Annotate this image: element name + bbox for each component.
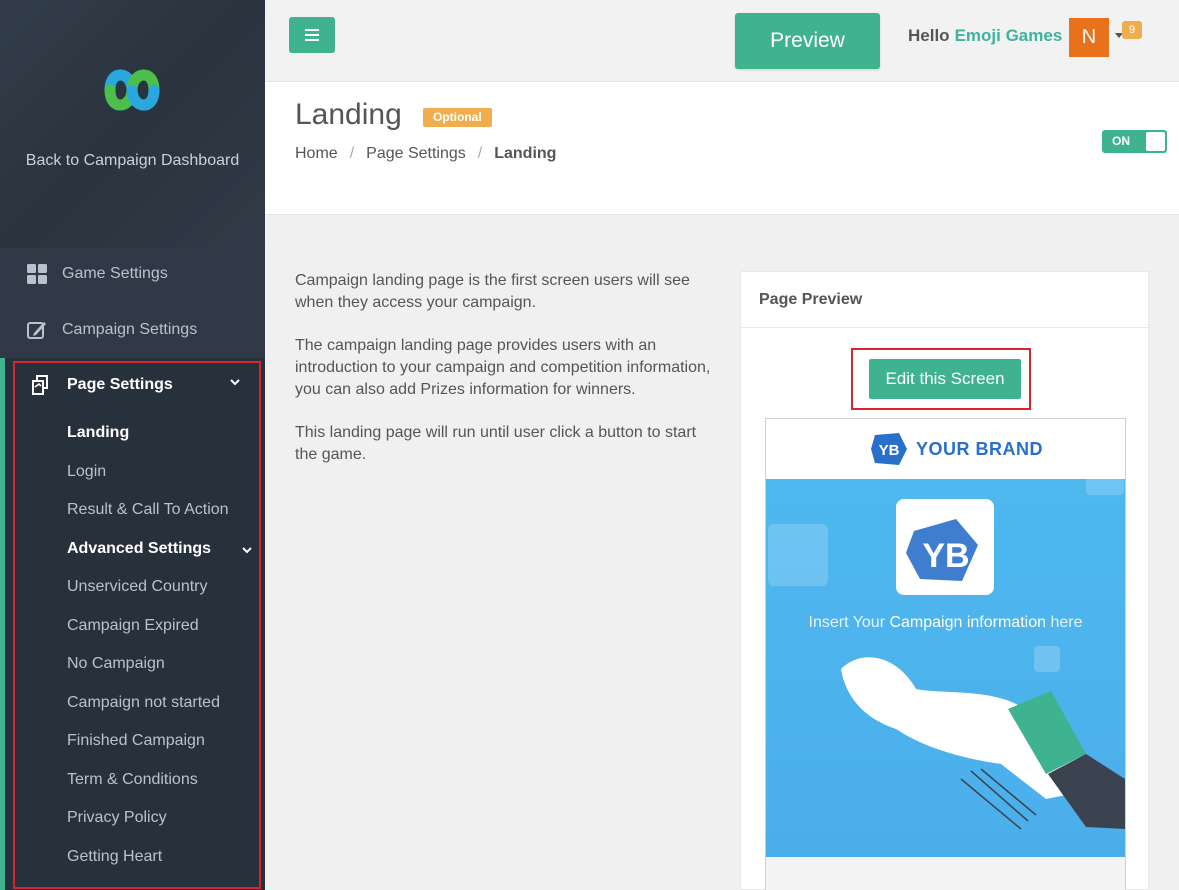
- sidebar-subitem-campaign-not-started[interactable]: Campaign not started: [67, 694, 220, 712]
- sidebar-subitem-result[interactable]: Result & Call To Action: [67, 501, 229, 519]
- greeting-text: Hello: [908, 26, 950, 45]
- breadcrumb-separator: /: [477, 145, 483, 162]
- brand-header: YB YOUR BRAND: [766, 419, 1125, 479]
- sidebar-subitem-getting-heart[interactable]: Getting Heart: [67, 848, 162, 866]
- avatar[interactable]: N: [1069, 18, 1109, 57]
- sidebar-subitem-privacy-policy[interactable]: Privacy Policy: [67, 809, 167, 827]
- sidebar-item-campaign-settings[interactable]: Campaign Settings: [0, 304, 265, 356]
- sidebar-subitem-advanced-settings[interactable]: Advanced Settings: [67, 540, 211, 558]
- breadcrumb-separator: /: [349, 145, 355, 162]
- breadcrumb-home[interactable]: Home: [295, 145, 338, 162]
- toggle-knob: [1146, 132, 1165, 151]
- sidebar-subitem-login[interactable]: Login: [67, 463, 106, 481]
- hero-text: Insert Your Campaign information here: [766, 614, 1125, 632]
- description-paragraph: This landing page will run until user cl…: [295, 424, 697, 463]
- page-preview-panel: Page Preview Edit this Screen YB YOUR BR…: [740, 271, 1150, 890]
- hero-logo-text: YB: [922, 537, 969, 575]
- hero-text-pre: Insert Your: [808, 614, 886, 631]
- optional-badge: Optional: [423, 108, 492, 127]
- chevron-down-icon: [230, 379, 240, 386]
- breadcrumb: Home / Page Settings / Landing: [295, 145, 556, 163]
- brand-name: YOUR BRAND: [916, 439, 1044, 459]
- page-title: Landing: [295, 98, 402, 131]
- sidebar-item-label: Game Settings: [62, 265, 168, 282]
- sidebar-header: Back to Campaign Dashboard: [0, 0, 265, 248]
- back-to-dashboard-link[interactable]: Back to Campaign Dashboard: [0, 150, 265, 171]
- panel-title: Page Preview: [759, 291, 863, 308]
- sidebar-item-label: Campaign Settings: [62, 321, 198, 338]
- sidebar-subitem-campaign-expired[interactable]: Campaign Expired: [67, 617, 199, 635]
- greeting: Hello Emoji Games: [908, 26, 1062, 46]
- breadcrumb-current: Landing: [494, 145, 557, 162]
- page-settings-label: Page Settings: [67, 376, 173, 393]
- hero-text-post: here: [1050, 614, 1083, 631]
- sidebar-subitem-finished-campaign[interactable]: Finished Campaign: [67, 732, 205, 750]
- hero-image: YB Insert Your Campaign information here: [766, 479, 1125, 857]
- description-paragraph: The campaign landing page provides users…: [295, 337, 711, 398]
- sidebar: Back to Campaign Dashboard Game Settings…: [0, 0, 265, 890]
- hamburger-menu-button[interactable]: [289, 17, 335, 53]
- grid-icon: [27, 264, 47, 284]
- sidebar-item-page-settings[interactable]: Page Settings: [0, 366, 265, 406]
- topbar: Preview Hello Emoji Games N 9: [265, 0, 1179, 82]
- chevron-down-icon: [242, 547, 252, 554]
- pages-icon: [32, 375, 48, 395]
- screen-preview: YB YOUR BRAND YB Insert Your Campaign in…: [765, 418, 1126, 890]
- notification-badge: 9: [1122, 21, 1142, 39]
- sidebar-subitem-landing[interactable]: Landing: [67, 424, 129, 442]
- page-header: Landing Optional Home / Page Settings / Land…: [265, 82, 1179, 215]
- preview-footer: [766, 857, 1125, 890]
- user-name-link[interactable]: Emoji Games: [955, 26, 1063, 45]
- infinity-logo: [104, 69, 160, 111]
- hero-text-bold: Campaign information: [889, 614, 1046, 631]
- sidebar-subitem-no-campaign[interactable]: No Campaign: [67, 655, 165, 673]
- sidebar-item-game-settings[interactable]: Game Settings: [0, 248, 265, 300]
- brand-logo-icon: YB: [871, 433, 907, 465]
- sidebar-subitem-terms[interactable]: Term & Conditions: [67, 771, 198, 789]
- edit-screen-button[interactable]: Edit this Screen: [869, 359, 1021, 399]
- description-paragraph: Campaign landing page is the first scree…: [295, 272, 690, 311]
- panel-header: Page Preview: [741, 272, 1150, 328]
- active-indicator: [0, 358, 5, 890]
- page-description: Campaign landing page is the first scree…: [295, 270, 715, 487]
- breadcrumb-page-settings[interactable]: Page Settings: [366, 145, 466, 162]
- toggle-label: ON: [1112, 134, 1130, 148]
- page-settings-section: Page Settings Landing Login Result & Cal…: [0, 358, 265, 890]
- brand-logo-text: YB: [879, 442, 900, 459]
- hero-illustration: YB: [768, 479, 1125, 830]
- page-enabled-toggle[interactable]: ON: [1102, 130, 1167, 153]
- preview-button[interactable]: Preview: [735, 13, 880, 69]
- sidebar-subitem-unserviced-country[interactable]: Unserviced Country: [67, 578, 208, 596]
- edit-icon: [27, 322, 46, 339]
